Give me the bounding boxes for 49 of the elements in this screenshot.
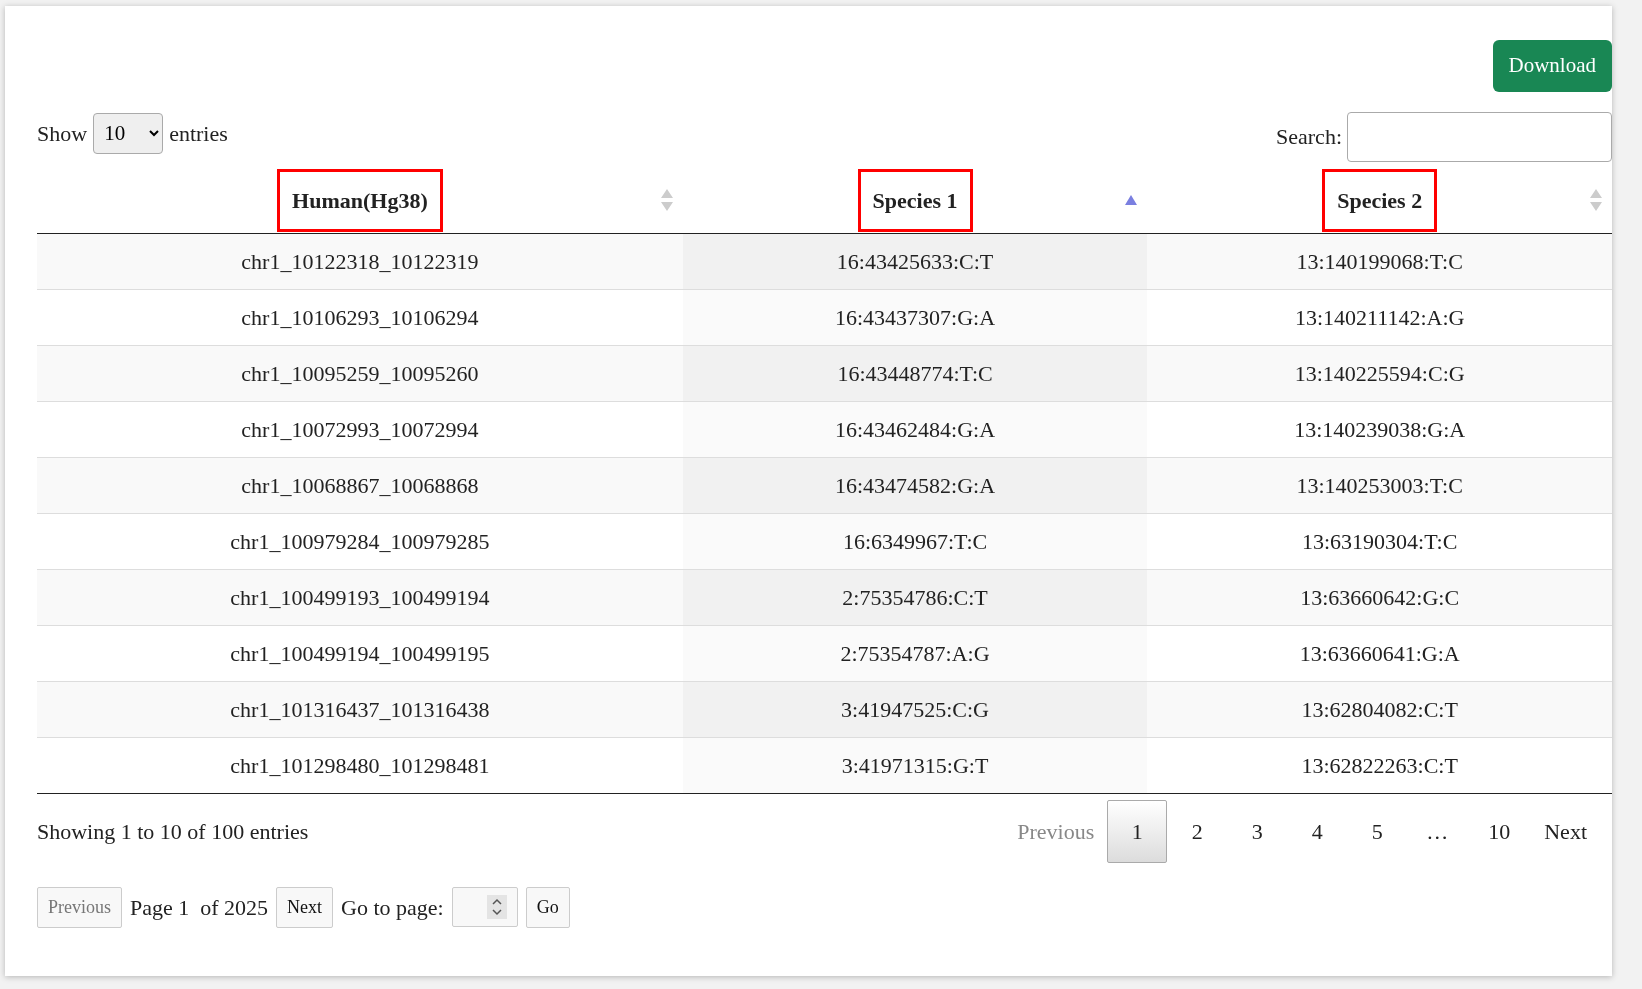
- page-number-field[interactable]: [451, 887, 518, 927]
- table-cell: 16:43448774:T:C: [682, 345, 1148, 401]
- page-button[interactable]: 5: [1347, 799, 1408, 863]
- page-button[interactable]: 2: [1167, 799, 1228, 863]
- table-cell: 16:43462484:G:A: [682, 401, 1148, 457]
- table-cell: chr1_10068867_10068868: [37, 457, 683, 513]
- next-button[interactable]: Next: [276, 886, 334, 928]
- table-cell: chr1_100499193_100499194: [37, 569, 683, 625]
- page-indicator: Page 1 of 2025: [130, 893, 269, 922]
- table-cell: 13:63660642:G:C: [1147, 569, 1612, 625]
- page-button[interactable]: 4: [1287, 799, 1348, 863]
- table-cell: 16:43474582:G:A: [682, 457, 1148, 513]
- table-cell: 13:140225594:C:G: [1147, 345, 1612, 401]
- go-button[interactable]: Go: [525, 886, 570, 928]
- go-to-page-label: Go to page:: [341, 893, 444, 922]
- table-cell: 2:75354787:A:G: [682, 625, 1148, 681]
- search-label: Search:: [1276, 123, 1342, 151]
- table-cell: chr1_101298480_101298481: [37, 737, 683, 793]
- table-cell: 2:75354786:C:T: [682, 569, 1148, 625]
- page-button[interactable]: 1: [1107, 799, 1168, 863]
- table-cell: 13:62822263:C:T: [1147, 737, 1612, 793]
- table-cell: 16:6349967:T:C: [682, 513, 1148, 569]
- sort-icon[interactable]: [1590, 189, 1602, 211]
- column-header[interactable]: Human(Hg38): [277, 168, 443, 232]
- entries-info: Showing 1 to 10 of 100 entries: [37, 817, 309, 846]
- entries-select[interactable]: 10: [93, 112, 164, 154]
- table-cell: chr1_10095259_10095260: [37, 345, 683, 401]
- table-cell: 13:62804082:C:T: [1147, 681, 1612, 737]
- table-cell: 3:41971315:G:T: [682, 737, 1148, 793]
- show-label: Show: [37, 119, 88, 148]
- table-cell: 16:43437307:G:A: [682, 289, 1148, 345]
- sort-ascending-icon[interactable]: [1125, 195, 1138, 205]
- sort-icon[interactable]: [660, 189, 673, 211]
- page-button[interactable]: 3: [1227, 799, 1288, 863]
- page-button[interactable]: 10: [1467, 799, 1532, 863]
- table-cell: 16:43425633:C:T: [682, 233, 1148, 289]
- pagination-link[interactable]: Next: [1531, 799, 1600, 863]
- column-header[interactable]: Species 2: [1322, 168, 1438, 232]
- table-cell: chr1_101316437_101316438: [37, 681, 683, 737]
- search-field[interactable]: [1347, 111, 1612, 162]
- spinner-icon[interactable]: [486, 895, 507, 919]
- table-cell: 3:41947525:C:G: [682, 681, 1148, 737]
- download-button[interactable]: Download: [1492, 40, 1612, 92]
- pagination-ellipsis: …: [1425, 817, 1450, 846]
- table-cell: 13:140253003:T:C: [1147, 457, 1612, 513]
- table-cell: 13:140199068:T:C: [1147, 233, 1612, 289]
- table-cell: chr1_10122318_10122319: [37, 233, 683, 289]
- entries-label: entries: [169, 119, 228, 148]
- column-header[interactable]: Species 1: [857, 168, 973, 232]
